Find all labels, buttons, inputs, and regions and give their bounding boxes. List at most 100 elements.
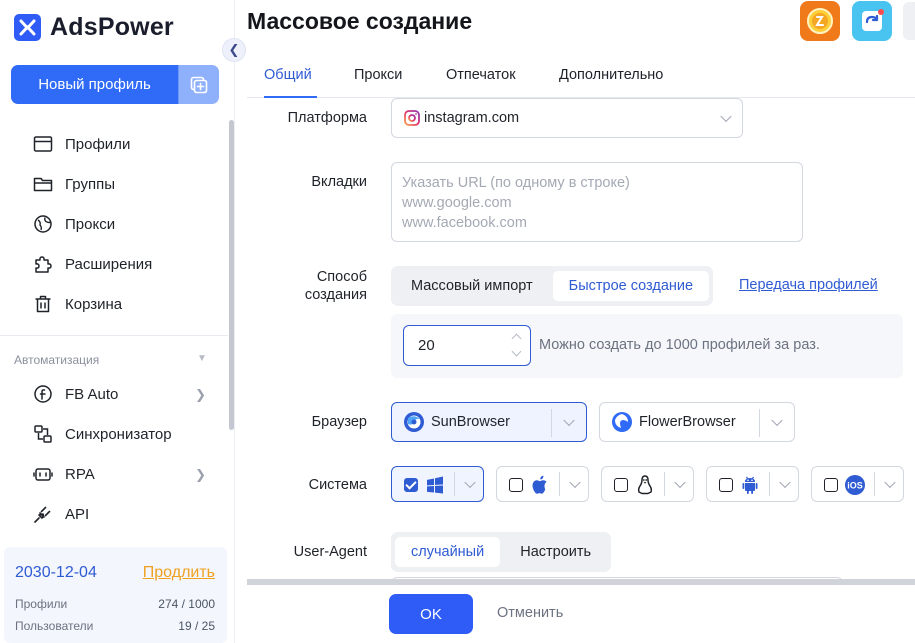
sidebar-item-groups[interactable]: Группы bbox=[0, 164, 228, 204]
browser-label: Браузер bbox=[311, 414, 367, 430]
puzzle-icon bbox=[35, 256, 52, 273]
flowerbrowser-icon bbox=[612, 412, 632, 432]
ua-custom-option[interactable]: Настроить bbox=[504, 537, 607, 567]
tab-bar: Общий Прокси Отпечаток Дополнительно bbox=[247, 56, 915, 98]
quantity-value: 20 bbox=[418, 337, 435, 354]
license-users-row: Пользователи 19 / 25 bbox=[15, 619, 215, 633]
placeholder-line: Указать URL (по одному в строке) bbox=[402, 175, 630, 191]
profiles-icon bbox=[33, 136, 53, 152]
placeholder-line: www.google.com bbox=[402, 195, 512, 211]
sidebar-item-profiles[interactable]: Профили bbox=[0, 124, 228, 164]
add-batch-icon bbox=[190, 76, 208, 93]
brand-logo[interactable]: AdsPower bbox=[14, 12, 174, 42]
sidebar-scrollbar[interactable] bbox=[229, 120, 234, 430]
active-tab-indicator bbox=[264, 96, 317, 98]
quick-create-option[interactable]: Быстрое создание bbox=[552, 271, 710, 301]
tab-advanced[interactable]: Дополнительно bbox=[559, 67, 663, 83]
sunbrowser-icon bbox=[404, 412, 424, 432]
os-option-macos[interactable] bbox=[496, 466, 589, 502]
platform-value: instagram.com bbox=[424, 110, 520, 126]
sidebar-item-label: Прокси bbox=[65, 215, 116, 233]
page-title: Массовое создание bbox=[247, 8, 473, 34]
sidebar: AdsPower Новый профиль Профили Группы Пр… bbox=[0, 0, 235, 643]
sidebar-item-label: RPA bbox=[65, 465, 95, 483]
ios-text: iOS bbox=[847, 481, 863, 491]
sidebar-item-extensions[interactable]: Расширения bbox=[0, 244, 228, 284]
automation-section-label: Автоматизация bbox=[14, 353, 100, 367]
batch-add-button[interactable] bbox=[178, 65, 219, 104]
os-option-ios[interactable]: iOS bbox=[811, 466, 904, 502]
chevron-right-icon: ❯ bbox=[195, 387, 206, 402]
automation-nav: FB Auto ❯ Синхронизатор RPA ❯ API bbox=[0, 374, 228, 534]
quantity-stepper[interactable]: 20 bbox=[403, 325, 531, 366]
sidebar-item-label: Синхронизатор bbox=[65, 425, 172, 443]
os-option-windows[interactable] bbox=[391, 466, 484, 502]
tabs-label: Вкладки bbox=[311, 174, 367, 190]
coin-icon bbox=[807, 8, 833, 34]
chevron-down-icon bbox=[563, 414, 575, 427]
sidebar-item-rpa[interactable]: RPA ❯ bbox=[0, 454, 228, 494]
stepper-arrows[interactable] bbox=[511, 331, 522, 361]
os-option-android[interactable] bbox=[706, 466, 799, 502]
os-option-linux[interactable] bbox=[601, 466, 694, 502]
macos-checkbox[interactable] bbox=[509, 478, 523, 492]
browser-option-sunbrowser[interactable]: SunBrowser bbox=[391, 402, 587, 442]
select-separator bbox=[664, 472, 665, 496]
chevron-down-icon bbox=[771, 414, 783, 427]
tab-general[interactable]: Общий bbox=[264, 67, 312, 83]
sunbrowser-label: SunBrowser bbox=[431, 414, 510, 430]
app-refresh-icon bbox=[862, 9, 884, 31]
linux-checkbox[interactable] bbox=[614, 478, 628, 492]
chevron-down-icon[interactable]: ▼ bbox=[197, 353, 207, 364]
coin-reward-button[interactable] bbox=[800, 1, 840, 41]
extend-license-link[interactable]: Продлить bbox=[143, 564, 215, 582]
new-profile-button[interactable]: Новый профиль bbox=[11, 65, 178, 104]
cancel-button[interactable]: Отменить bbox=[497, 605, 563, 621]
chevron-down-icon bbox=[884, 476, 896, 489]
chevron-down-icon bbox=[720, 110, 732, 123]
tab-proxy[interactable]: Прокси bbox=[354, 67, 402, 83]
sidebar-item-label: Группы bbox=[65, 175, 115, 193]
creation-method-label-line2: создания bbox=[304, 287, 367, 303]
placeholder-line: www.facebook.com bbox=[402, 215, 527, 231]
sidebar-item-api[interactable]: API bbox=[0, 494, 228, 534]
android-checkbox[interactable] bbox=[719, 478, 733, 492]
mass-import-option[interactable]: Массовый импорт bbox=[395, 271, 549, 301]
quantity-panel: 20 Можно создать до 1000 профилей за раз… bbox=[391, 314, 903, 378]
app-shortcut-button[interactable] bbox=[852, 1, 892, 41]
collapse-sidebar-button[interactable]: ❮ bbox=[222, 38, 246, 62]
creation-method-toggle: Массовый импорт Быстрое создание bbox=[391, 266, 714, 306]
windows-checkbox[interactable] bbox=[404, 478, 418, 492]
chevron-down-icon bbox=[674, 476, 686, 489]
header-overflow[interactable] bbox=[903, 2, 915, 40]
transfer-profiles-link[interactable]: Передача профилей bbox=[739, 277, 878, 293]
tab-fingerprint[interactable]: Отпечаток bbox=[446, 67, 516, 83]
brand-name: AdsPower bbox=[50, 12, 174, 41]
license-users-value: 19 / 25 bbox=[178, 619, 215, 633]
select-separator bbox=[874, 472, 875, 496]
chevron-left-icon: ❮ bbox=[228, 42, 240, 57]
sidebar-item-proxy[interactable]: Прокси bbox=[0, 204, 228, 244]
instagram-icon bbox=[404, 110, 420, 126]
sync-icon bbox=[34, 425, 52, 443]
chevron-down-icon bbox=[569, 476, 581, 489]
sidebar-item-trash[interactable]: Корзина bbox=[0, 284, 228, 324]
ios-checkbox[interactable] bbox=[824, 478, 838, 492]
ok-button[interactable]: OK bbox=[389, 594, 473, 634]
footer-bar: OK Отменить bbox=[247, 585, 915, 643]
stepper-down-icon[interactable] bbox=[511, 346, 522, 357]
chevron-down-icon bbox=[464, 476, 476, 489]
select-separator bbox=[559, 472, 560, 496]
tabs-url-textarea[interactable]: Указать URL (по одному в строке) www.goo… bbox=[391, 162, 803, 242]
quantity-hint: Можно создать до 1000 профилей за раз. bbox=[539, 337, 820, 353]
sidebar-item-fb-auto[interactable]: FB Auto ❯ bbox=[0, 374, 228, 414]
ua-random-option[interactable]: случайный bbox=[395, 537, 501, 567]
browser-option-flowerbrowser[interactable]: FlowerBrowser bbox=[599, 402, 795, 442]
sidebar-item-synchronizer[interactable]: Синхронизатор bbox=[0, 414, 228, 454]
platform-select[interactable]: instagram.com bbox=[391, 98, 743, 138]
creation-method-label-line1: Способ bbox=[316, 269, 367, 285]
ios-icon: iOS bbox=[845, 475, 865, 495]
license-users-label: Пользователи bbox=[15, 619, 94, 633]
stepper-up-icon[interactable] bbox=[511, 333, 522, 344]
chevron-right-icon: ❯ bbox=[195, 467, 206, 482]
